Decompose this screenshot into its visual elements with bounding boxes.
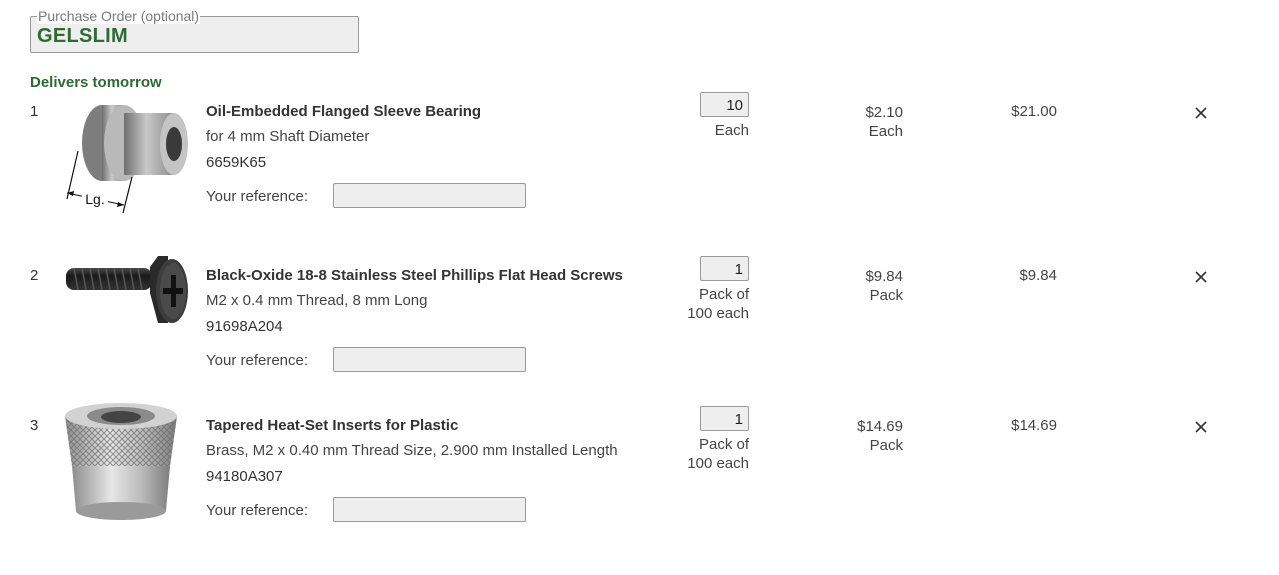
quantity-input[interactable]: 1 xyxy=(700,256,749,281)
line-number: 2 xyxy=(30,267,39,284)
unit-price-per: Pack xyxy=(869,437,903,454)
quantity-unit-line: Each xyxy=(714,122,749,139)
reference-input[interactable] xyxy=(333,347,526,372)
line-total: $9.84 xyxy=(1019,267,1057,284)
line-number: 3 xyxy=(30,417,39,434)
quantity-unit: Each xyxy=(715,121,749,140)
product-title[interactable]: Oil-Embedded Flanged Sleeve Bearing xyxy=(206,103,481,120)
unit-price: $2.10 Each xyxy=(865,103,903,141)
product-title[interactable]: Black-Oxide 18-8 Stainless Steel Phillip… xyxy=(206,267,623,284)
product-spec: Brass, M2 x 0.40 mm Thread Size, 2.900 m… xyxy=(206,442,618,459)
order-line-item: 3 Tapered Heat-Set Inserts for Plastic B… xyxy=(0,403,1279,565)
line-number: 1 xyxy=(30,103,39,120)
unit-price-per: Pack xyxy=(869,287,903,304)
line-total: $21.00 xyxy=(1011,103,1057,120)
purchase-order-value[interactable]: GELSLIM xyxy=(37,25,128,47)
flat-head-screw-icon xyxy=(66,256,188,323)
line-total: $14.69 xyxy=(1011,417,1057,434)
close-icon[interactable] xyxy=(1193,269,1209,285)
part-number[interactable]: 6659K65 xyxy=(206,154,266,171)
unit-price-value: $2.10 xyxy=(865,104,903,121)
quantity-unit-line: Pack of xyxy=(698,436,749,453)
reference-input[interactable] xyxy=(333,183,526,208)
quantity-input[interactable]: 10 xyxy=(700,92,749,117)
quantity-unit: Pack of 100 each xyxy=(687,435,749,473)
flanged-sleeve-bearing-icon: Lg. xyxy=(66,105,188,214)
part-number[interactable]: 91698A204 xyxy=(206,318,283,335)
unit-price: $9.84 Pack xyxy=(865,267,903,305)
reference-input[interactable] xyxy=(333,497,526,522)
product-title[interactable]: Tapered Heat-Set Inserts for Plastic xyxy=(206,417,458,434)
purchase-order-field[interactable]: Purchase Order (optional) GELSLIM xyxy=(30,8,359,53)
unit-price-per: Each xyxy=(868,123,903,140)
quantity-unit-line: 100 each xyxy=(687,305,749,322)
quantity-unit-line: 100 each xyxy=(687,455,749,472)
reference-label: Your reference: xyxy=(206,352,309,369)
product-spec: for 4 mm Shaft Diameter xyxy=(206,128,370,145)
order-line-item: 1 Lg. Oil-Embedded Flanged Sleeve Bearin… xyxy=(0,92,1279,251)
close-icon[interactable] xyxy=(1193,105,1209,121)
unit-price: $14.69 Pack xyxy=(857,417,903,455)
unit-price-value: $14.69 xyxy=(857,418,903,435)
length-dimension-label: Lg. xyxy=(85,191,104,207)
quantity-input[interactable]: 1 xyxy=(700,406,749,431)
heat-set-insert-icon xyxy=(65,403,177,520)
close-icon[interactable] xyxy=(1193,419,1209,435)
product-spec: M2 x 0.4 mm Thread, 8 mm Long xyxy=(206,292,428,309)
quantity-unit: Pack of 100 each xyxy=(687,285,749,323)
unit-price-value: $9.84 xyxy=(865,268,903,285)
reference-label: Your reference: xyxy=(206,188,309,205)
quantity-unit-line: Pack of xyxy=(698,286,749,303)
part-number[interactable]: 94180A307 xyxy=(206,468,283,485)
order-line-item: 2 Black-Oxide 18-8 Stainless Steel Phill… xyxy=(0,256,1279,415)
purchase-order-label: Purchase Order (optional) xyxy=(37,8,201,24)
reference-label: Your reference: xyxy=(206,502,309,519)
